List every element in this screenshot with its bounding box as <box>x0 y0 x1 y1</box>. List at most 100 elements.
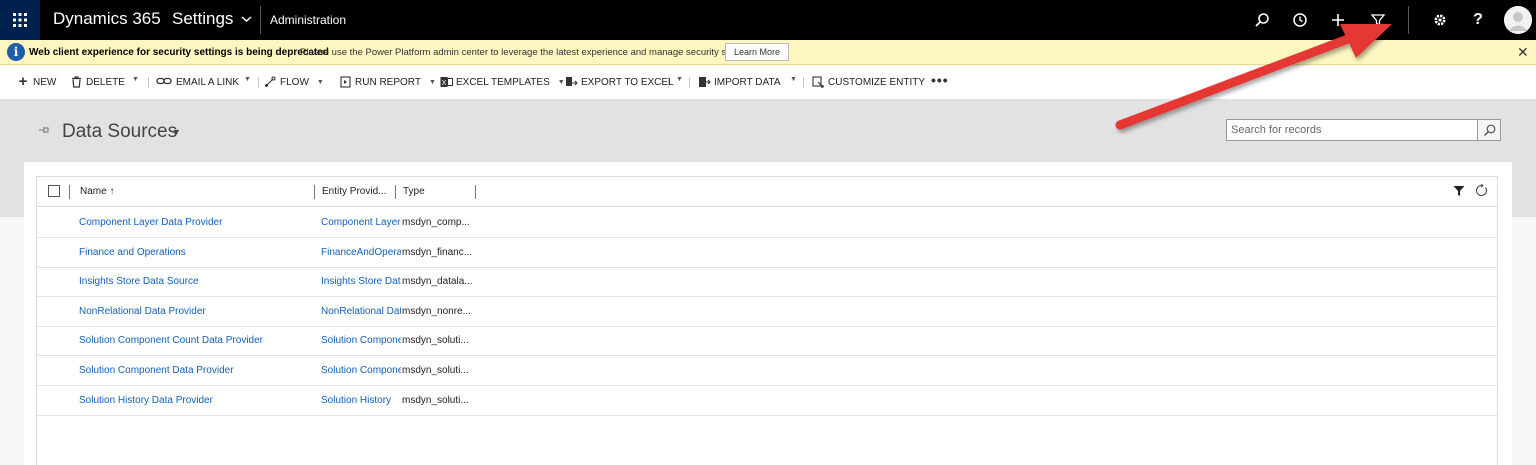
column-header-type[interactable]: Type <box>403 186 425 197</box>
search-records-input[interactable]: Search for records <box>1226 119 1478 141</box>
command-divider <box>668 77 669 88</box>
row-entity-link[interactable]: Insights Store Data <box>321 276 401 287</box>
email-link-button[interactable]: EMAIL A LINK <box>156 76 239 88</box>
row-name-link[interactable]: Solution Component Data Provider <box>79 365 339 376</box>
column-divider[interactable] <box>314 185 315 199</box>
row-entity-link[interactable]: Solution History <box>321 395 401 406</box>
table-row[interactable]: Insights Store Data Source Insights Stor… <box>37 267 1497 297</box>
column-divider[interactable] <box>395 185 396 199</box>
deprecation-banner: i Web client experience for security set… <box>0 40 1536 65</box>
plus-icon: + <box>18 73 28 90</box>
command-divider <box>803 77 804 88</box>
flow-button[interactable]: FLOW ▼ <box>264 76 324 88</box>
email-link-dropdown[interactable]: ▼ <box>240 76 251 83</box>
grid-header: Name ↑ Entity Provid... Type <box>37 177 1497 207</box>
banner-message: Please use the Power Platform admin cent… <box>300 47 755 58</box>
select-all-checkbox[interactable] <box>48 185 60 197</box>
table-row[interactable]: Solution Component Data Provider Solutio… <box>37 356 1497 386</box>
close-icon[interactable]: ✕ <box>1517 44 1529 61</box>
command-divider <box>258 77 259 88</box>
chevron-down-icon: ▼ <box>316 78 324 86</box>
more-commands-icon[interactable]: ••• <box>931 72 949 88</box>
flow-icon <box>264 76 276 88</box>
chevron-down-icon: ▼ <box>244 76 251 83</box>
column-divider <box>69 185 70 199</box>
table-row[interactable]: Finance and Operations FinanceAndOperati… <box>37 238 1497 268</box>
area-selector[interactable]: Settings <box>172 9 252 29</box>
row-type: msdyn_soluti... <box>402 395 469 406</box>
area-label: Settings <box>172 9 234 28</box>
run-report-button[interactable]: RUN REPORT ▼ <box>339 76 436 88</box>
breadcrumb[interactable]: Administration <box>270 13 346 27</box>
chevron-down-icon <box>241 16 252 23</box>
chevron-down-icon: ▼ <box>676 76 683 83</box>
customize-icon <box>812 76 824 88</box>
info-icon: i <box>7 43 25 61</box>
row-entity-link[interactable]: Solution Component <box>321 335 401 346</box>
chevron-down-icon: ▼ <box>557 78 565 86</box>
app-title[interactable]: Dynamics 365 <box>53 9 161 29</box>
avatar[interactable] <box>1504 6 1532 34</box>
column-header-entity-provider[interactable]: Entity Provid... <box>322 186 386 197</box>
link-icon <box>156 76 172 88</box>
run-report-label: RUN REPORT <box>355 76 421 88</box>
banner-title: Web client experience for security setti… <box>29 47 329 58</box>
row-name-link[interactable]: Component Layer Data Provider <box>79 217 339 228</box>
view-selector-chevron-icon[interactable]: ▼ <box>172 127 181 137</box>
row-entity-link[interactable]: FinanceAndOperations <box>321 247 401 258</box>
column-header-name[interactable]: Name ↑ <box>80 186 114 197</box>
row-type: msdyn_soluti... <box>402 365 469 376</box>
pin-icon[interactable] <box>38 124 50 138</box>
top-nav-bar: Dynamics 365 Settings Administration ? <box>0 0 1536 40</box>
import-data-dropdown[interactable]: ▼ <box>786 76 797 83</box>
row-entity-link[interactable]: Solution Component <box>321 365 401 376</box>
row-type: msdyn_soluti... <box>402 335 469 346</box>
row-entity-link[interactable]: Component Layer <box>321 217 401 228</box>
import-icon <box>698 76 711 88</box>
plus-icon[interactable] <box>1326 8 1350 32</box>
new-button[interactable]: + NEW <box>17 73 57 90</box>
row-entity-link[interactable]: NonRelational Data <box>321 306 401 317</box>
view-title[interactable]: Data Sources <box>62 121 177 143</box>
table-row[interactable]: NonRelational Data Provider NonRelationa… <box>37 297 1497 327</box>
trash-icon <box>70 76 82 88</box>
command-divider <box>148 77 149 88</box>
nav-divider <box>260 6 261 34</box>
chevron-down-icon: ▼ <box>790 76 797 83</box>
delete-button[interactable]: DELETE <box>70 76 125 88</box>
learn-more-button[interactable]: Learn More <box>725 43 789 61</box>
row-name-link[interactable]: NonRelational Data Provider <box>79 306 339 317</box>
svg-text:X: X <box>442 79 447 87</box>
export-excel-button[interactable]: EXPORT TO EXCEL <box>565 76 674 88</box>
filter-icon[interactable] <box>1453 185 1465 197</box>
help-icon[interactable]: ? <box>1466 8 1490 32</box>
waffle-icon[interactable] <box>0 0 40 40</box>
row-name-link[interactable]: Solution Component Count Data Provider <box>79 335 339 346</box>
export-excel-dropdown[interactable]: ▼ <box>672 76 683 83</box>
delete-dropdown[interactable]: ▼ <box>128 76 139 83</box>
command-bar: + NEW DELETE ▼ EMAIL A LINK ▼ FLOW ▼ RUN… <box>0 66 1536 99</box>
row-name-link[interactable]: Solution History Data Provider <box>79 395 339 406</box>
customize-entity-button[interactable]: CUSTOMIZE ENTITY <box>812 76 925 88</box>
search-icon[interactable] <box>1250 8 1274 32</box>
table-row[interactable]: Solution History Data Provider Solution … <box>37 386 1497 416</box>
row-name-link[interactable]: Insights Store Data Source <box>79 276 339 287</box>
report-icon <box>339 76 351 88</box>
filter-icon[interactable] <box>1366 8 1390 32</box>
search-button[interactable] <box>1478 119 1501 141</box>
excel-templates-button[interactable]: X EXCEL TEMPLATES ▼ <box>440 76 565 88</box>
export-excel-label: EXPORT TO EXCEL <box>581 76 674 88</box>
gear-icon[interactable] <box>1428 8 1452 32</box>
table-row[interactable]: Solution Component Count Data Provider S… <box>37 326 1497 356</box>
export-icon <box>565 76 578 88</box>
refresh-icon[interactable] <box>1475 184 1488 197</box>
row-name-link[interactable]: Finance and Operations <box>79 247 339 258</box>
chevron-down-icon: ▼ <box>132 76 139 83</box>
history-icon[interactable] <box>1288 8 1312 32</box>
import-data-button[interactable]: IMPORT DATA <box>698 76 781 88</box>
table-row[interactable]: Component Layer Data Provider Component … <box>37 208 1497 238</box>
row-type: msdyn_datala... <box>402 276 473 287</box>
records-grid: Name ↑ Entity Provid... Type Component L… <box>36 176 1498 465</box>
app-root: Dynamics 365 Settings Administration ? i… <box>0 0 1536 465</box>
column-divider[interactable] <box>475 185 476 199</box>
